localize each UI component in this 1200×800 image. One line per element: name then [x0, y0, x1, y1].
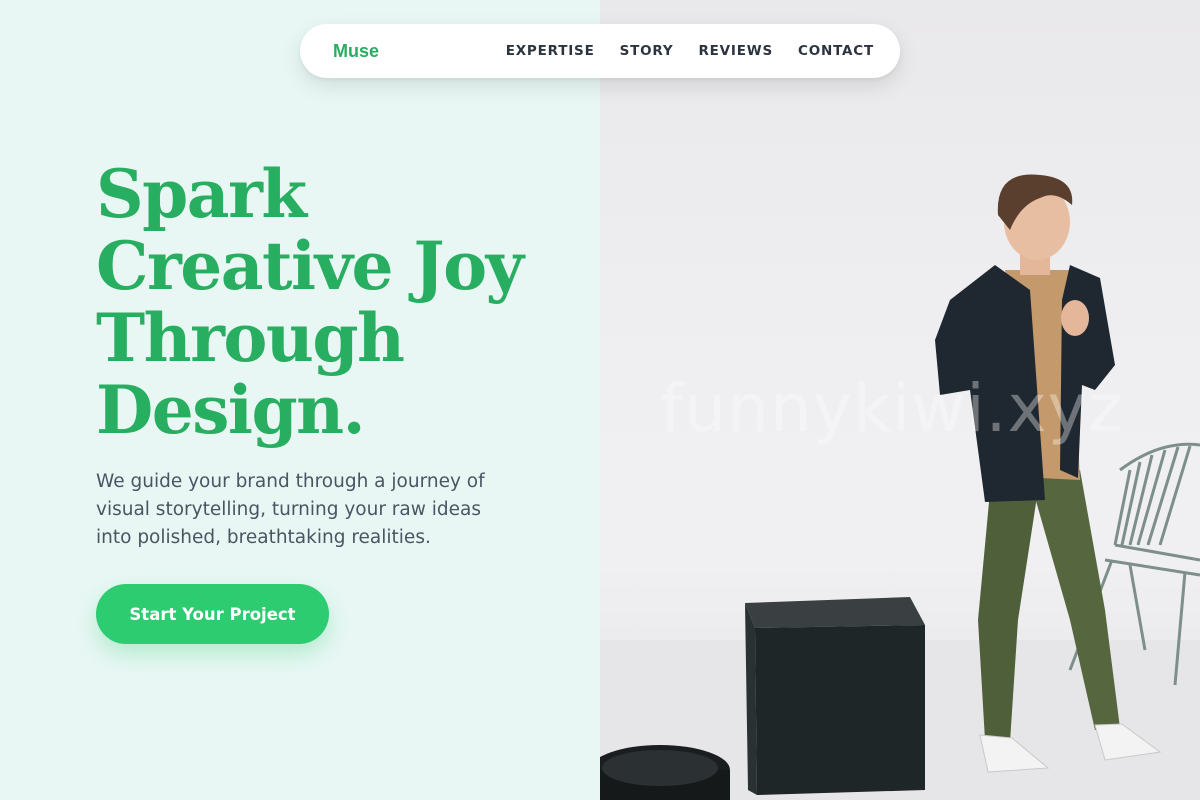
round-ottoman-illustration: [600, 745, 730, 800]
top-navigation: Muse EXPERTISE STORY REVIEWS CONTACT: [300, 24, 900, 78]
watermark-text: funnykiwi.xyz: [660, 370, 1124, 447]
start-project-button[interactable]: Start Your Project: [96, 584, 329, 644]
hero-headline: Spark Creative Joy Through Design.: [96, 158, 576, 446]
brand-logo[interactable]: Muse: [333, 41, 379, 62]
nav-link-contact[interactable]: CONTACT: [798, 43, 874, 59]
nav-link-reviews[interactable]: REVIEWS: [698, 43, 773, 59]
hero-subcopy: We guide your brand through a journey of…: [96, 471, 485, 548]
black-cube-illustration: [745, 597, 925, 795]
nav-link-story[interactable]: STORY: [620, 43, 674, 59]
nav-link-expertise[interactable]: EXPERTISE: [506, 43, 595, 59]
headline-line-2: Creative Joy: [96, 227, 524, 305]
headline-line-4: Design.: [96, 371, 366, 449]
headline-line-1: Spark: [96, 155, 307, 233]
headline-line-3: Through: [96, 299, 405, 377]
nav-links: EXPERTISE STORY REVIEWS CONTACT: [506, 43, 874, 59]
